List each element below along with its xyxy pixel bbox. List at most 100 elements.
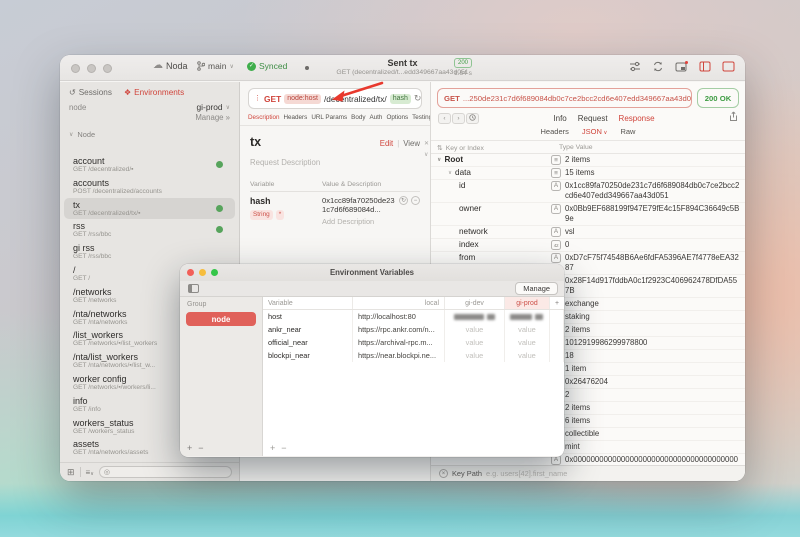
zoom-window-icon[interactable] <box>103 64 112 73</box>
request-method[interactable]: GET <box>264 94 281 104</box>
drag-handle-icon[interactable]: ⋮ <box>254 95 261 102</box>
layout-window-icon[interactable] <box>722 61 735 72</box>
add-request-icon[interactable]: ⊞ <box>67 467 75 478</box>
request-description-placeholder[interactable]: Request Description <box>250 158 420 167</box>
pip-window-icon[interactable] <box>675 61 688 72</box>
app-menu[interactable]: ☁ Noda <box>153 61 188 71</box>
layout-columns-icon[interactable] <box>699 61 711 72</box>
env-local-value[interactable]: https://near.blockpi.ne... <box>353 349 445 362</box>
sync-arrows-icon[interactable] <box>652 61 664 72</box>
sidebar-item-account[interactable]: accountGET /decentralized/▪ <box>64 154 235 176</box>
keypath-input[interactable]: e.g. users[42].first_name <box>486 469 567 478</box>
edit-button[interactable]: Edit <box>380 139 393 148</box>
env-window-controls[interactable] <box>187 269 218 276</box>
sidebar-item-accounts[interactable]: accountsPOST /decentralized/accounts <box>64 176 235 198</box>
tree-row[interactable]: index420 <box>431 239 745 252</box>
history-clock-icon[interactable] <box>466 113 479 124</box>
env-gi-prod-value[interactable]: value <box>505 349 550 362</box>
env-local-value[interactable]: http://localhost:80 <box>353 310 445 323</box>
branch-selector[interactable]: main ∨ <box>197 61 234 71</box>
request-tab-url-params[interactable]: URL Params <box>311 114 347 121</box>
env-row-ankr_near[interactable]: ankr_nearhttps://rpc.ankr.com/n...valuev… <box>263 323 564 336</box>
request-tab-headers[interactable]: Headers <box>284 114 308 121</box>
sidebar-toggle-icon[interactable] <box>188 284 199 293</box>
env-gi-dev-value[interactable] <box>445 310 505 323</box>
url-param-chip[interactable]: hash <box>390 94 411 104</box>
env-gi-dev-value[interactable]: value <box>445 349 505 362</box>
collapse-all-icon[interactable]: ⇅ <box>437 144 443 152</box>
request-tab-body[interactable]: Body <box>351 114 365 121</box>
share-icon[interactable] <box>729 109 738 127</box>
response-url-box[interactable]: GET ...250de231c7d6f689084db0c7ce2bcc2cd… <box>437 88 692 108</box>
response-tab-request[interactable]: Request <box>578 114 608 123</box>
env-row-official_near[interactable]: official_nearhttps://archival-rpc.m...va… <box>263 336 564 349</box>
sidebar-item-gi-rss[interactable]: gi rssGET /rss/bbc <box>64 241 235 263</box>
variable-value-input[interactable]: 0x1cc89fa70250de231c7d6f689084d... <box>322 196 396 214</box>
format-tab-json[interactable]: JSON ∨ <box>582 127 608 136</box>
env-local-value[interactable]: https://rpc.ankr.com/n... <box>353 323 445 336</box>
add-group-icon[interactable]: + <box>187 443 198 453</box>
variable-type-chip[interactable]: String <box>250 210 273 220</box>
view-button[interactable]: View <box>403 139 420 148</box>
column-local[interactable]: local <box>353 297 445 309</box>
format-tab-raw[interactable]: Raw <box>620 127 635 136</box>
request-tab-options[interactable]: Options <box>386 114 408 121</box>
collapse-icon[interactable]: ✕ <box>424 140 429 147</box>
zoom-window-icon[interactable] <box>211 269 218 276</box>
column-gi-prod[interactable]: gi-prod <box>505 297 550 309</box>
insert-variable-icon[interactable]: ↻ <box>399 196 408 205</box>
tab-sessions[interactable]: ↺Sessions <box>69 88 112 97</box>
tab-environments[interactable]: ❖Environments <box>124 88 184 97</box>
env-gi-prod-value[interactable]: value <box>505 323 550 336</box>
request-tab-description[interactable]: Description <box>248 114 280 121</box>
request-tab-testing[interactable]: Testing <box>412 114 430 121</box>
manage-button[interactable]: Manage <box>515 282 558 295</box>
remove-value-icon[interactable]: − <box>411 196 420 205</box>
env-gi-prod-value[interactable] <box>505 310 550 323</box>
keypath-bar[interactable]: × Key Path e.g. users[42].first_name <box>431 465 745 481</box>
endpoint-group-header[interactable]: ∨Node <box>60 126 239 141</box>
env-selector[interactable]: gi-prod∨ <box>197 102 230 112</box>
add-description-placeholder[interactable]: Add Description <box>322 217 420 226</box>
minimize-window-icon[interactable] <box>199 269 206 276</box>
variable-name[interactable]: hash <box>250 196 322 206</box>
sliders-icon[interactable] <box>629 61 641 72</box>
close-window-icon[interactable] <box>187 269 194 276</box>
tree-row[interactable]: ownerA0x0Bb9EF688199f947E79fE4c15F894C36… <box>431 203 745 226</box>
env-gi-dev-value[interactable]: value <box>445 336 505 349</box>
env-row-blockpi_near[interactable]: blockpi_nearhttps://near.blockpi.ne...va… <box>263 349 564 362</box>
sidebar-item-rss[interactable]: rssGET /rss/bbc <box>64 219 235 241</box>
tree-row[interactable]: ∨Root≡2 items <box>431 154 745 167</box>
request-tab-auth[interactable]: Auth <box>369 114 382 121</box>
sidebar-item-tx[interactable]: txGET /decentralized/tx/▪ <box>64 198 235 220</box>
clear-keypath-icon[interactable]: × <box>439 469 448 478</box>
format-tab-headers[interactable]: Headers <box>541 127 569 136</box>
back-icon[interactable]: ‹ <box>438 113 451 124</box>
minimize-window-icon[interactable] <box>87 64 96 73</box>
window-controls[interactable] <box>71 64 112 73</box>
chevron-down-icon[interactable]: ∨ <box>437 155 441 165</box>
variable-required-chip[interactable]: * <box>276 210 285 220</box>
tree-row[interactable]: networkAvsl <box>431 226 745 239</box>
add-variable-icon[interactable]: + <box>270 443 281 453</box>
chevron-down-icon[interactable]: ∨ <box>448 168 452 178</box>
panel-splitter-icons[interactable]: ✕∨ <box>424 140 429 158</box>
env-gi-prod-value[interactable]: value <box>505 336 550 349</box>
url-variable-chip[interactable]: node:host <box>284 94 321 104</box>
group-item-node[interactable]: node <box>186 312 256 326</box>
manage-environments-link[interactable]: Manage » <box>60 112 239 126</box>
forward-icon[interactable]: › <box>452 113 465 124</box>
env-row-host[interactable]: hosthttp://localhost:80 <box>263 310 564 323</box>
tree-row[interactable]: idA0x1cc89fa70250de231c7d6f689084db0c7ce… <box>431 180 745 203</box>
refresh-icon[interactable]: ↻ <box>414 93 422 104</box>
sidebar-search-input[interactable]: ◎ <box>99 466 232 478</box>
add-column-icon[interactable]: + <box>550 297 564 309</box>
expand-icon[interactable]: ∨ <box>424 151 429 158</box>
column-gi-dev[interactable]: gi-dev <box>445 297 505 309</box>
close-window-icon[interactable] <box>71 64 80 73</box>
sort-filter-icon[interactable]: ≡∨ <box>86 468 94 477</box>
env-local-value[interactable]: https://archival-rpc.m... <box>353 336 445 349</box>
response-tab-info[interactable]: Info <box>553 114 566 123</box>
tree-row[interactable]: ∨data≡15 items <box>431 167 745 180</box>
response-tab-response[interactable]: Response <box>619 114 655 123</box>
